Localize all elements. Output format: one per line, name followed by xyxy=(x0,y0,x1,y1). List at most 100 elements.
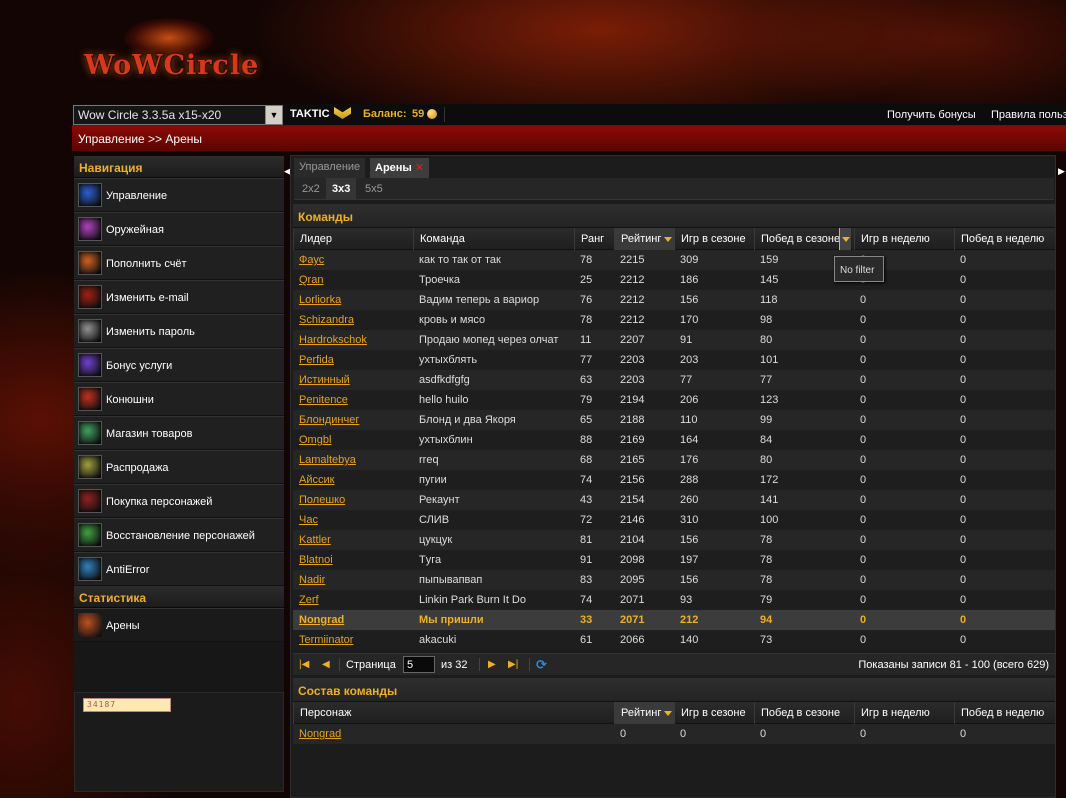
tab-3x3[interactable]: 3x3 xyxy=(326,178,357,199)
column-header-label: Рейтинг xyxy=(621,707,662,719)
column-header[interactable]: Побед в сезоне xyxy=(754,702,854,724)
sidebar-item[interactable]: Пополнить счёт xyxy=(74,246,284,280)
sidebar-item[interactable]: Покупка персонажей xyxy=(74,484,284,518)
site-logo[interactable]: WoWCircle xyxy=(84,18,264,88)
table-row[interactable]: Perfida ухтыхблять 77 2203 203 101 0 0 xyxy=(293,350,1055,370)
page-total: из 32 xyxy=(441,659,468,671)
next-page-icon[interactable]: ▶ xyxy=(488,659,496,670)
column-header[interactable]: Побед в неделю xyxy=(954,702,1055,724)
breadcrumb[interactable]: Управление >> Арены xyxy=(78,132,202,146)
table-cell: 101 xyxy=(760,354,779,366)
leader-link[interactable]: Полешко xyxy=(299,494,411,506)
visit-counter[interactable]: 34187 xyxy=(83,698,171,712)
column-header[interactable]: Игр в неделю xyxy=(854,228,954,250)
tab-arenas[interactable]: Арены ✕ xyxy=(370,158,430,178)
table-cell: 77 xyxy=(760,374,773,386)
leader-link[interactable]: Блондинчег xyxy=(299,414,411,426)
column-header[interactable]: Лидер xyxy=(293,228,413,250)
table-row[interactable]: Lamaltebya rreq 68 2165 176 80 0 0 xyxy=(293,450,1055,470)
get-bonus-link[interactable]: Получить бонусы xyxy=(887,109,976,121)
table-cell: 310 xyxy=(680,514,699,526)
table-cell: 186 xyxy=(680,274,699,286)
collapse-right-icon[interactable]: ▶ xyxy=(1058,166,1065,177)
table-row[interactable]: Час СЛИВ 72 2146 310 100 0 0 xyxy=(293,510,1055,530)
page-input[interactable] xyxy=(403,656,435,673)
leader-link[interactable]: Schizandra xyxy=(299,314,411,326)
leader-link[interactable]: Kattler xyxy=(299,534,411,546)
leader-link[interactable]: Истинный xyxy=(299,374,411,386)
prev-page-icon[interactable]: ◀ xyxy=(322,659,330,670)
table-row[interactable]: Фаускак то так от так78221530915900 xyxy=(293,250,1055,270)
table-row[interactable]: Айссик пугии 74 2156 288 172 0 0 xyxy=(293,470,1055,490)
sidebar-item[interactable]: Распродажа xyxy=(74,450,284,484)
leader-link[interactable]: Zerf xyxy=(299,594,411,606)
table-row[interactable]: Penitence hello huilo 79 2194 206 123 0 0 xyxy=(293,390,1055,410)
column-menu-button[interactable] xyxy=(839,228,851,250)
sidebar-item[interactable]: Изменить пароль xyxy=(74,314,284,348)
column-header[interactable]: Рейтинг xyxy=(614,228,674,250)
tab-5x5[interactable]: 5x5 xyxy=(359,178,389,199)
table-row[interactable]: Nadir пыпывапвап 83 2095 156 78 0 0 xyxy=(293,570,1055,590)
leader-link[interactable]: Lamaltebya xyxy=(299,454,411,466)
column-header[interactable]: Игр в сезоне xyxy=(674,228,754,250)
sidebar-item[interactable]: Оружейная xyxy=(74,212,284,246)
table-row[interactable]: Nongrad Мы пришли 33 2071 212 94 0 0 xyxy=(293,610,1055,630)
content-panel: Управление Арены ✕ 2x2 3x3 5x5 Команды Лидер… xyxy=(290,155,1056,798)
table-row[interactable]: Hardrokschok Продаю мопед через олчат 11 22… xyxy=(293,330,1055,350)
sidebar-item[interactable]: Восстановление персонажей xyxy=(74,518,284,552)
table-cell: 73 xyxy=(760,634,773,646)
last-page-icon[interactable]: ▶| xyxy=(508,659,518,670)
table-row[interactable]: Lorliorka Вадим теперь а вариор 76 2212 156 1… xyxy=(293,290,1055,310)
refresh-icon[interactable]: ⟳ xyxy=(536,657,547,673)
tab-management[interactable]: Управление xyxy=(294,158,366,178)
account-name[interactable]: TAKTIC xyxy=(290,108,330,120)
table-row[interactable]: Полешко Рекаунт 43 2154 260 141 0 0 xyxy=(293,490,1055,510)
leader-link[interactable]: Nongrad xyxy=(299,614,411,626)
table-row[interactable]: Schizandra кровь и мясо 78 2212 170 98 0 0 xyxy=(293,310,1055,330)
sidebar-item[interactable]: Бонус услуги xyxy=(74,348,284,382)
server-select[interactable]: Wow Circle 3.3.5a x15-x20 ▼ xyxy=(73,105,283,125)
sidebar-item[interactable]: Управление xyxy=(74,178,284,212)
table-row[interactable]: Kattler цукцук 81 2104 156 78 0 0 xyxy=(293,530,1055,550)
leader-link[interactable]: Blatnoi xyxy=(299,554,411,566)
table-cell: 0 xyxy=(960,554,967,566)
leader-link[interactable]: Nadir xyxy=(299,574,411,586)
leader-link[interactable]: Penitence xyxy=(299,394,411,406)
sidebar-item[interactable]: Конюшни xyxy=(74,382,284,416)
rules-link[interactable]: Правила польз xyxy=(991,109,1066,121)
column-header[interactable]: Ранг xyxy=(574,228,614,250)
tab-2x2[interactable]: 2x2 xyxy=(296,178,326,199)
leader-link[interactable]: Qran xyxy=(299,274,411,286)
sidebar-item[interactable]: Изменить e-mail xyxy=(74,280,284,314)
chevron-down-icon[interactable]: ▼ xyxy=(265,106,282,124)
table-row[interactable]: Termiinator akacuki 61 2066 140 73 0 0 xyxy=(293,630,1055,650)
column-header[interactable]: Игр в сезоне xyxy=(674,702,754,724)
column-header[interactable]: Игр в неделю xyxy=(854,702,954,724)
leader-link[interactable]: Lorliorka xyxy=(299,294,411,306)
table-row[interactable]: Блондинчег Блонд и два Якоря 65 2188 110 99 0 0 xyxy=(293,410,1055,430)
first-page-icon[interactable]: |◀ xyxy=(299,659,309,670)
table-row[interactable]: Blatnoi Тyга 91 2098 197 78 0 0 xyxy=(293,550,1055,570)
leader-link[interactable]: Omgbl xyxy=(299,434,411,446)
table-row[interactable]: Истинный asdfkdfgfg 63 2203 77 77 0 0 xyxy=(293,370,1055,390)
column-header[interactable]: Побед в неделю xyxy=(954,228,1055,250)
sidebar-item[interactable]: AntiError xyxy=(74,552,284,586)
filter-tooltip[interactable]: No filter xyxy=(834,256,884,282)
character-link[interactable]: Nongrad xyxy=(299,728,612,740)
leader-link[interactable]: Айссик xyxy=(299,474,411,486)
table-row[interactable]: Omgbl ухтыхблин 88 2169 164 84 0 0 xyxy=(293,430,1055,450)
column-header[interactable]: Персонаж xyxy=(293,702,614,724)
column-header[interactable]: Рейтинг xyxy=(614,702,674,724)
close-icon[interactable]: ✕ xyxy=(415,162,424,174)
sidebar-item[interactable]: Арены xyxy=(74,608,284,642)
leader-link[interactable]: Час xyxy=(299,514,411,526)
column-header[interactable]: Команда xyxy=(413,228,574,250)
leader-link[interactable]: Termiinator xyxy=(299,634,411,646)
sidebar-item[interactable]: Магазин товаров xyxy=(74,416,284,450)
leader-link[interactable]: Фаус xyxy=(299,254,411,266)
table-row[interactable]: QranТроечка25221218614500 xyxy=(293,270,1055,290)
table-row[interactable]: Zerf Linkin Park Burn It Do 74 2071 93 79 0 0 xyxy=(293,590,1055,610)
table-row[interactable]: Nongrad 0 0 0 0 0 xyxy=(293,724,1055,744)
leader-link[interactable]: Hardrokschok xyxy=(299,334,411,346)
leader-link[interactable]: Perfida xyxy=(299,354,411,366)
